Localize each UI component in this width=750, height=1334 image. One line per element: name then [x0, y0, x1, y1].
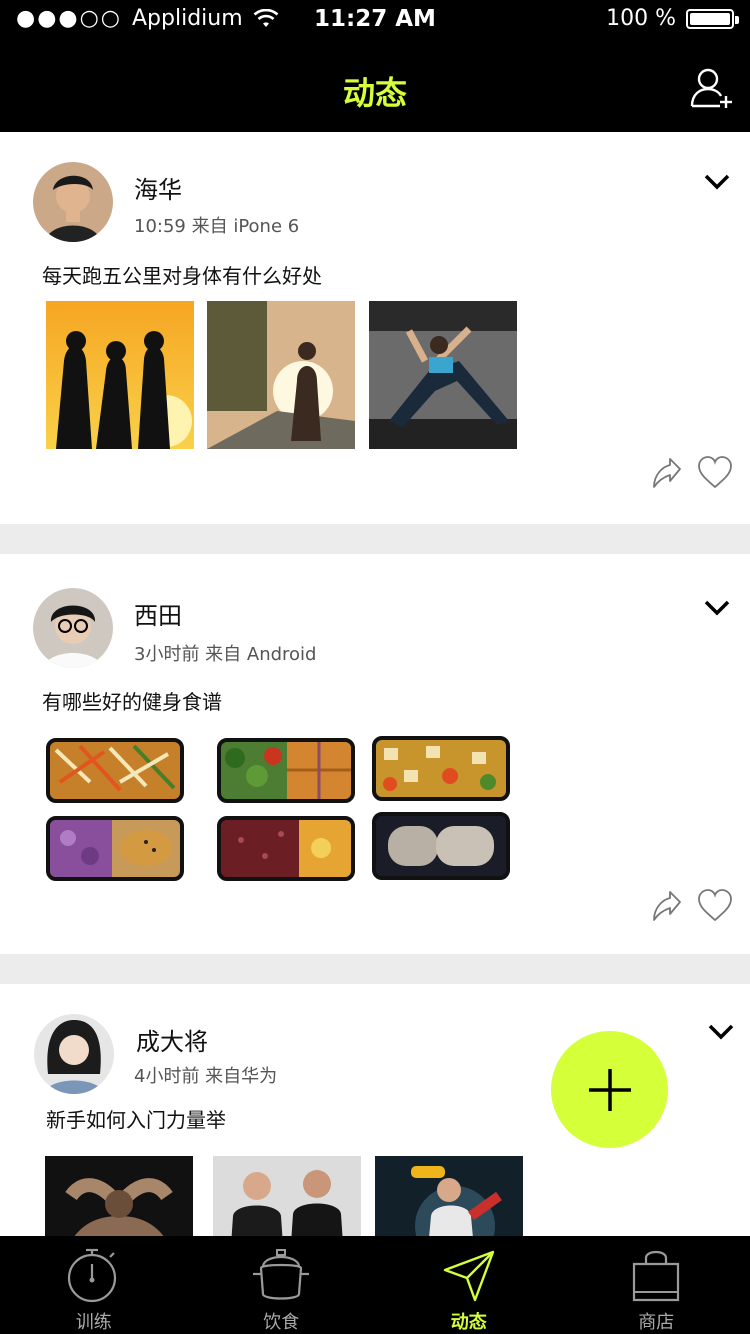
battery-icon — [686, 8, 739, 29]
post-image[interactable] — [217, 816, 355, 881]
author-name[interactable]: 成大将 — [136, 1022, 208, 1057]
post-meta: 4小时前 来自华为 — [134, 1066, 278, 1087]
chevron-down-icon[interactable] — [702, 172, 732, 192]
author-name[interactable]: 西田 — [134, 596, 182, 631]
post-image[interactable] — [369, 301, 517, 449]
page-title: 动态 — [342, 74, 407, 112]
tab-diet[interactable]: 饮食 — [188, 1236, 376, 1334]
shopping-bag-icon — [633, 1250, 680, 1302]
tab-bar: 训练 饮食 动态 商店 — [0, 1236, 750, 1334]
plus-icon — [588, 1068, 631, 1111]
chevron-down-icon[interactable] — [706, 1022, 736, 1042]
battery-fill — [690, 12, 730, 25]
avatar[interactable] — [33, 588, 113, 668]
post-caption: 每天跑五公里对身体有什么好处 — [42, 264, 322, 288]
chevron-down-icon[interactable] — [702, 598, 732, 618]
tab-label: 商店 — [638, 1312, 675, 1333]
pot-icon — [253, 1249, 310, 1300]
post-image[interactable] — [375, 1156, 523, 1236]
post-card: 西田 3小时前 来自 Android 有哪些好的健身食谱 — [0, 554, 750, 954]
post-meta: 3小时前 来自 Android — [134, 644, 317, 665]
share-icon[interactable] — [648, 455, 684, 491]
status-bar: ●●●○○ Applidium 11:27 AM 100 % — [0, 0, 750, 40]
post-image[interactable] — [372, 812, 510, 880]
tab-shop[interactable]: 商店 — [563, 1236, 750, 1334]
avatar[interactable] — [33, 162, 113, 242]
post-card: 海华 10:59 来自 iPone 6 每天跑五公里对身体有什么好处 — [0, 132, 750, 524]
post-image[interactable] — [372, 736, 510, 801]
post-image[interactable] — [217, 738, 355, 803]
tab-training[interactable]: 训练 — [0, 1236, 188, 1334]
add-post-button[interactable] — [551, 1031, 668, 1148]
avatar[interactable] — [34, 1014, 114, 1094]
tab-label: 训练 — [75, 1312, 112, 1333]
post-image[interactable] — [46, 816, 184, 881]
post-image[interactable] — [207, 301, 355, 449]
tab-feed[interactable]: 动态 — [375, 1236, 563, 1334]
post-caption: 有哪些好的健身食谱 — [42, 690, 222, 714]
post-image[interactable] — [213, 1156, 361, 1236]
stopwatch-icon — [67, 1248, 116, 1303]
tab-label: 动态 — [450, 1312, 487, 1333]
nav-header: 动态 — [0, 40, 750, 132]
paper-plane-icon — [443, 1250, 494, 1302]
battery-percent: 100 % — [606, 6, 676, 31]
post-image[interactable] — [46, 738, 184, 803]
tab-label: 饮食 — [263, 1312, 300, 1333]
post-image[interactable] — [45, 1156, 193, 1236]
add-user-icon[interactable] — [690, 66, 734, 110]
author-name[interactable]: 海华 — [134, 170, 182, 205]
post-meta: 10:59 来自 iPone 6 — [134, 216, 300, 237]
heart-icon[interactable] — [697, 888, 733, 924]
post-caption: 新手如何入门力量举 — [46, 1108, 226, 1132]
post-image[interactable] — [46, 301, 194, 449]
heart-icon[interactable] — [697, 455, 733, 491]
share-icon[interactable] — [648, 888, 684, 924]
